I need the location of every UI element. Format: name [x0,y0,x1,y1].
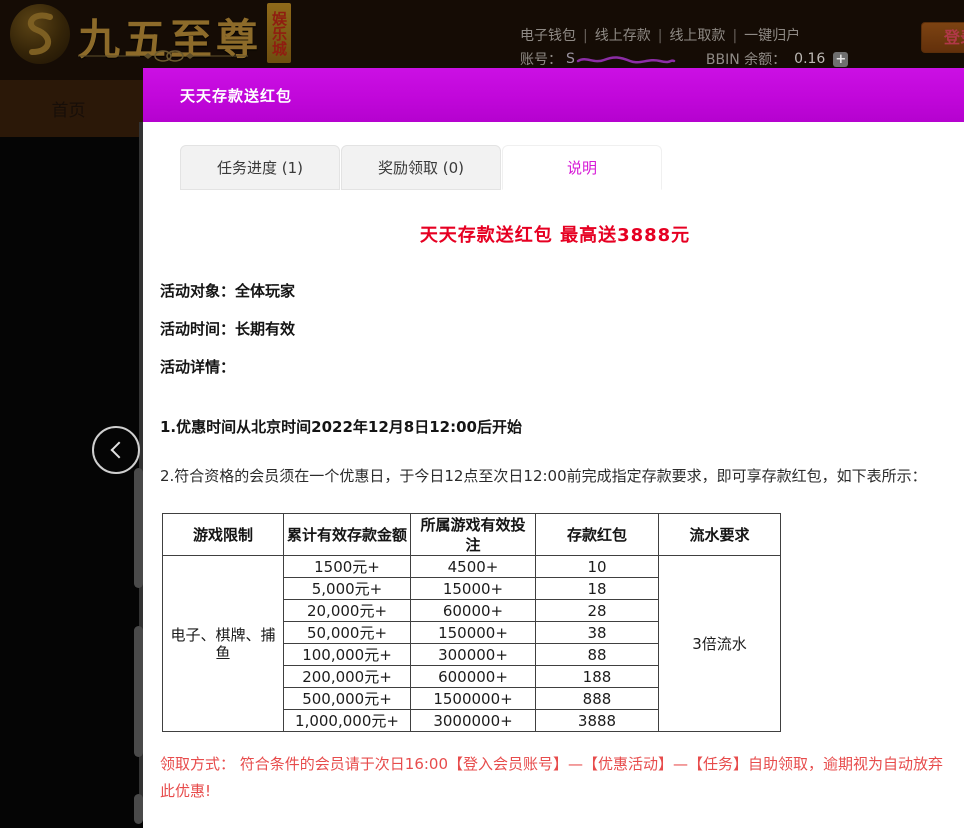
table-cell: 28 [535,599,659,622]
tab-reward-claim[interactable]: 奖励领取 (0) [341,145,501,190]
table-cell: 15000+ [410,577,536,600]
cell-turnover: 3倍流水 [658,555,781,732]
promo-detail-line: 活动详情： [160,358,236,376]
account-row: 账号： S BBIN 余额： 0.16 + [520,49,849,69]
link-online-deposit[interactable]: 线上存款 [595,28,651,44]
table-cell: 1,000,000元+ [283,709,411,732]
link-separator: | [732,28,738,44]
table-cell: 3888 [535,709,659,732]
chevron-left-icon [110,441,127,459]
carousel-prev-button[interactable] [92,426,140,474]
link-one-key-transfer[interactable]: 一键归户 [744,28,800,44]
table-cell: 1500000+ [410,687,536,710]
login-button[interactable]: 登录 [921,22,964,53]
balance-label: BBIN 余额： [705,52,787,68]
col-red-packet: 存款红包 [535,513,659,556]
table-cell: 188 [535,665,659,688]
table-cell: 3000000+ [410,709,536,732]
table-cell: 300000+ [410,643,536,666]
nav-item-home[interactable]: 首页 [0,80,137,137]
col-deposit-amount: 累计有效存款金额 [283,513,411,556]
table-cell: 38 [535,621,659,644]
account-censor-scribble [576,53,676,69]
modal-header: 天天存款送红包 [143,68,964,122]
promo-modal: 天天存款送红包 任务进度 (1) 奖励领取 (0) 说明 天天存款送红包 最高送… [143,68,964,828]
table-cell: 200,000元+ [283,665,411,688]
deposit-bonus-table: 游戏限制 累计有效存款金额 所属游戏有效投注 存款红包 流水要求 电子、棋牌、捕… [162,513,781,732]
account-value: S [566,51,575,67]
balance-value: 0.16 [794,51,826,67]
header-quick-links: 电子钱包 | 线上存款 | 线上取款 | 一键归户 [520,25,800,45]
table-cell: 18 [535,577,659,600]
table-cell: 5,000元+ [283,577,411,600]
tab-task-progress[interactable]: 任务进度 (1) [180,145,340,190]
dimmed-side-pill [134,468,143,588]
table-cell: 10 [535,555,659,578]
col-game-limit: 游戏限制 [162,513,284,556]
table-cell: 4500+ [410,555,536,578]
tab-description[interactable]: 说明 [502,145,662,190]
table-cell: 500,000元+ [283,687,411,710]
link-separator: | [657,28,663,44]
table-cell: 600000+ [410,665,536,688]
promo-headline: 天天存款送红包 最高送3888元 [419,225,691,246]
dimmed-side-pill [134,626,143,757]
table-header-row: 游戏限制 累计有效存款金额 所属游戏有效投注 存款红包 流水要求 [162,513,781,556]
logo-mark-icon [10,4,70,64]
logo-badge: 娱乐城 [267,3,291,63]
table-cell: 20,000元+ [283,599,411,622]
modal-body: 任务进度 (1) 奖励领取 (0) 说明 天天存款送红包 最高送3888元 活动… [143,122,964,828]
plus-icon[interactable]: + [833,51,849,67]
table-cell: 100,000元+ [283,643,411,666]
promo-time-line: 活动时间：长期有效 [160,320,296,338]
account-label: 账号： [520,52,562,68]
col-valid-bets: 所属游戏有效投注 [410,513,536,556]
table-row: 电子、棋牌、捕鱼 1500元+ 4500+ 10 3倍流水 [162,555,781,732]
table-cell: 60000+ [410,599,536,622]
dimmed-side-pill [134,794,143,824]
cell-game-limit: 电子、棋牌、捕鱼 [162,555,284,732]
ornament-divider-icon [78,48,248,67]
claim-note: 领取方式： 符合条件的会员请于次日16:00【登入会员账号】—【优惠活动】—【任… [160,755,944,800]
link-separator: | [583,28,588,44]
link-ewallet[interactable]: 电子钱包 [520,28,576,44]
table-cell: 50,000元+ [283,621,411,644]
link-online-withdraw[interactable]: 线上取款 [669,28,725,44]
promo-rule-1: 1.优惠时间从北京时间2022年12月8日12:00后开始 [160,418,522,436]
table-cell: 150000+ [410,621,536,644]
modal-title: 天天存款送红包 [180,86,293,105]
table-cell: 88 [535,643,659,666]
modal-tabs: 任务进度 (1) 奖励领取 (0) 说明 [180,145,950,190]
table-cell: 888 [535,687,659,710]
table-cell: 1500元+ [283,555,411,578]
col-turnover: 流水要求 [658,513,781,556]
promo-target-line: 活动对象：全体玩家 [160,282,296,300]
promo-rule-2: 2.符合资格的会员须在一个优惠日，于今日12点至次日12:00前完成指定存款要求… [160,467,927,485]
